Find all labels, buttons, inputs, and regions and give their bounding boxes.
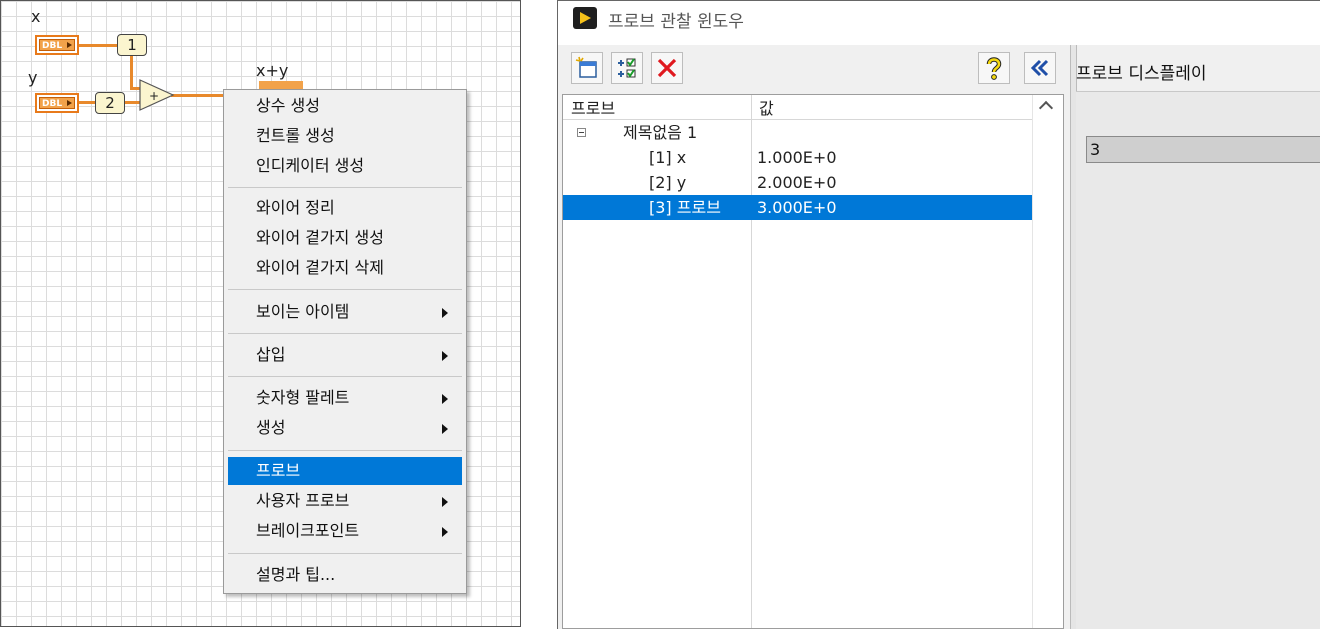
y-dbl-terminal[interactable]: DBL xyxy=(35,93,79,113)
wire-sum[interactable] xyxy=(171,94,231,97)
probe-2-marker[interactable]: 2 xyxy=(95,92,125,114)
labview-app-icon xyxy=(573,7,597,29)
title-bar: 프로브 관찰 윈도우 xyxy=(558,1,1320,45)
menu-separator xyxy=(228,289,462,290)
menu-item-numeric-palette[interactable]: 숫자형 팔레트 xyxy=(228,384,462,412)
probe-value: 1.000E+0 xyxy=(757,148,837,167)
menu-item-label: 브레이크포인트 xyxy=(256,521,360,540)
collapse-display-button[interactable] xyxy=(1024,52,1056,84)
wire-x-down[interactable] xyxy=(130,55,133,89)
menu-separator xyxy=(228,333,462,334)
vertical-scrollbar[interactable] xyxy=(1032,95,1063,628)
menu-item-insert[interactable]: 삽입 xyxy=(228,341,462,369)
menu-item-label: 인디케이터 생성 xyxy=(256,156,365,175)
menu-separator xyxy=(228,187,462,188)
table-row[interactable]: [2] y 2.000E+0 xyxy=(563,170,1035,195)
menu-item-label: 와이어 곁가지 생성 xyxy=(256,228,384,247)
menu-item-label: 프로브 xyxy=(256,461,301,480)
menu-item-breakpoint[interactable]: 브레이크포인트 xyxy=(228,517,462,545)
probe-1-marker[interactable]: 1 xyxy=(117,34,147,56)
x-dbl-terminal[interactable]: DBL xyxy=(35,35,79,55)
submenu-arrow-icon xyxy=(442,394,448,404)
probe-display-title: 프로브 디스플레이 xyxy=(1076,64,1207,84)
probe-value: 2.000E+0 xyxy=(757,173,837,192)
probe-name: [2] y xyxy=(649,173,687,192)
probe-name: [1] x xyxy=(649,148,687,167)
help-question-icon xyxy=(986,57,1002,80)
menu-item-probe[interactable]: 프로브 xyxy=(228,457,462,485)
submenu-arrow-icon xyxy=(442,424,448,434)
menu-separator xyxy=(228,553,462,554)
probe-watch-window: 프로브 관찰 윈도우 프로브 값 제목없음 1 [1] x 1.000E+0 [… xyxy=(557,0,1320,629)
submenu-arrow-icon xyxy=(442,497,448,507)
new-window-icon xyxy=(575,56,597,78)
sum-indicator-label: x+y xyxy=(256,61,289,80)
menu-item-create-constant[interactable]: 상수 생성 xyxy=(228,92,462,120)
menu-item-create-control[interactable]: 컨트롤 생성 xyxy=(228,122,462,150)
probe-tree[interactable]: 프로브 값 제목없음 1 [1] x 1.000E+0 [2] y 2.000E… xyxy=(562,94,1064,629)
menu-separator xyxy=(228,450,462,451)
wire-x[interactable] xyxy=(79,44,117,47)
collapse-minus-icon[interactable] xyxy=(577,128,586,137)
menu-item-visible-items[interactable]: 보이는 아이템 xyxy=(228,298,462,326)
menu-item-label: 숫자형 팔레트 xyxy=(256,388,350,407)
wire-y[interactable] xyxy=(79,101,95,104)
probe-display-area: 3 xyxy=(1076,91,1320,629)
menu-item-description-tips[interactable]: 설명과 팁... xyxy=(228,561,462,589)
menu-item-label: 설명과 팁... xyxy=(256,565,336,584)
sum-indicator-terminal[interactable] xyxy=(259,81,303,89)
tree-group-row[interactable]: 제목없음 1 xyxy=(563,120,1035,145)
menu-item-label: 사용자 프로브 xyxy=(256,491,350,510)
y-dbl-text: DBL xyxy=(39,97,75,109)
double-chevron-left-icon xyxy=(1030,59,1049,77)
window-title: 프로브 관찰 윈도우 xyxy=(608,12,744,32)
y-control-label: y xyxy=(28,68,38,87)
x-dbl-text: DBL xyxy=(39,39,75,51)
menu-item-label: 컨트롤 생성 xyxy=(256,126,335,145)
menu-item-label: 와이어 정리 xyxy=(256,198,335,217)
chevron-up-icon[interactable] xyxy=(1038,100,1054,116)
probe-value: 3.000E+0 xyxy=(757,198,837,217)
group-label: 제목없음 1 xyxy=(623,123,698,142)
delete-probe-button[interactable] xyxy=(651,52,683,84)
menu-item-label: 보이는 아이템 xyxy=(256,302,350,321)
table-row[interactable]: [1] x 1.000E+0 xyxy=(563,145,1035,170)
context-menu: 상수 생성 컨트롤 생성 인디케이터 생성 와이어 정리 와이어 곁가지 생성 … xyxy=(223,89,467,594)
help-button[interactable] xyxy=(978,52,1010,84)
menu-item-label: 생성 xyxy=(256,418,286,437)
menu-item-delete-wire-branch[interactable]: 와이어 곁가지 삭제 xyxy=(228,254,462,282)
new-probe-button[interactable] xyxy=(571,52,603,84)
submenu-arrow-icon xyxy=(442,308,448,318)
add-function-node[interactable]: + xyxy=(139,79,175,111)
menu-item-label: 삽입 xyxy=(256,345,286,364)
menu-separator xyxy=(228,376,462,377)
checklist-icon xyxy=(618,58,636,78)
menu-item-create-wire-branch[interactable]: 와이어 곁가지 생성 xyxy=(228,224,462,252)
column-header-probe[interactable]: 프로브 xyxy=(571,95,615,119)
x-control-label: x xyxy=(31,7,41,26)
add-symbol: + xyxy=(149,89,159,103)
block-diagram: x y x+y DBL DBL 1 2 + 상수 생성 컨트롤 생성 인디케이터… xyxy=(0,0,521,627)
submenu-arrow-icon xyxy=(442,351,448,361)
menu-item-create-indicator[interactable]: 인디케이터 생성 xyxy=(228,152,462,180)
tree-header: 프로브 값 xyxy=(563,95,1063,120)
menu-item-label: 상수 생성 xyxy=(256,96,320,115)
menu-item-clean-wire[interactable]: 와이어 정리 xyxy=(228,194,462,222)
column-header-value[interactable]: 값 xyxy=(759,95,774,119)
probe-name: [3] 프로브 xyxy=(649,198,721,217)
table-row-selected[interactable]: [3] 프로브 3.000E+0 xyxy=(563,195,1035,220)
submenu-arrow-icon xyxy=(442,527,448,537)
select-probes-button[interactable] xyxy=(611,52,643,84)
menu-item-create[interactable]: 생성 xyxy=(228,414,462,442)
delete-x-icon xyxy=(657,58,677,78)
menu-item-custom-probe[interactable]: 사용자 프로브 xyxy=(228,487,462,515)
probe-display-value[interactable]: 3 xyxy=(1086,136,1320,163)
menu-item-label: 와이어 곁가지 삭제 xyxy=(256,258,384,277)
